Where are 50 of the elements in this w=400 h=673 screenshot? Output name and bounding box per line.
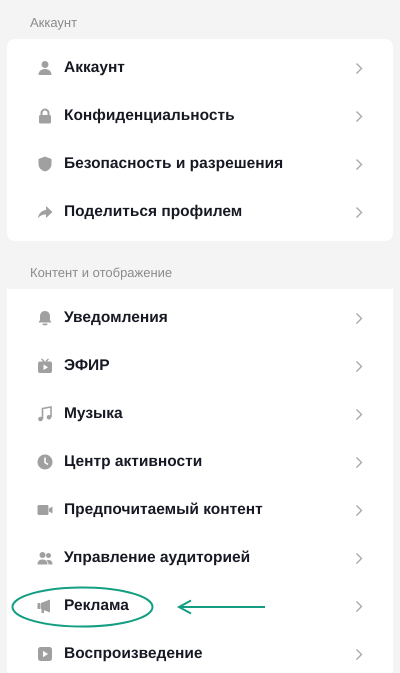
settings-item[interactable]: Аккаунт xyxy=(7,44,393,92)
item-label: Реклама xyxy=(64,597,129,615)
settings-item[interactable]: Центр активности xyxy=(7,438,393,486)
person-icon xyxy=(37,60,53,76)
settings-item[interactable]: Воспроизведение xyxy=(7,630,393,673)
shield-icon xyxy=(37,156,53,172)
chevron-icon xyxy=(355,552,363,564)
item-label: Безопасность и разрешения xyxy=(64,155,284,173)
item-label: Воспроизведение xyxy=(64,645,203,663)
chevron-icon xyxy=(355,648,363,660)
settings-item[interactable]: Реклама xyxy=(7,582,393,630)
chevron-icon xyxy=(355,408,363,420)
video-camera-icon xyxy=(37,502,53,518)
chevron-icon xyxy=(355,456,363,468)
item-label: Конфиденциальность xyxy=(64,107,235,125)
bell-icon xyxy=(37,310,53,326)
item-label: Уведомления xyxy=(64,309,168,327)
section-title: Аккаунт xyxy=(29,14,78,32)
chevron-icon xyxy=(355,62,363,74)
chevron-icon xyxy=(355,206,363,218)
people-icon xyxy=(37,550,53,566)
lock-icon xyxy=(37,108,53,124)
item-label: Поделиться профилем xyxy=(64,203,242,221)
item-label: ЭФИР xyxy=(64,357,110,375)
tv-icon xyxy=(37,358,53,374)
settings-item[interactable]: Уведомления xyxy=(7,294,393,342)
settings-item[interactable]: ЭФИР xyxy=(7,342,393,390)
section-title: Контент и отображение xyxy=(29,264,174,282)
chevron-icon xyxy=(355,600,363,612)
item-label: Центр активности xyxy=(64,453,202,471)
item-label: Предпочитаемый контент xyxy=(64,501,263,519)
settings-item[interactable]: Управление аудиторией xyxy=(7,534,393,582)
item-label: Управление аудиторией xyxy=(64,549,250,567)
settings-item[interactable]: Музыка xyxy=(7,390,393,438)
chevron-icon xyxy=(355,504,363,516)
settings-item[interactable]: Поделиться профилем xyxy=(7,188,393,236)
share-arrow-icon xyxy=(37,204,53,220)
chevron-icon xyxy=(355,360,363,372)
settings-item[interactable]: Предпочитаемый контент xyxy=(7,486,393,534)
item-label: Аккаунт xyxy=(64,59,125,77)
chevron-icon xyxy=(355,110,363,122)
play-square-icon xyxy=(37,646,53,662)
settings-item[interactable]: Конфиденциальность xyxy=(7,92,393,140)
chevron-icon xyxy=(355,312,363,324)
clock-icon xyxy=(37,454,53,470)
megaphone-icon xyxy=(37,598,53,614)
settings-item[interactable]: Безопасность и разрешения xyxy=(7,140,393,188)
music-note-icon xyxy=(37,406,53,422)
chevron-icon xyxy=(355,158,363,170)
item-label: Музыка xyxy=(64,405,123,423)
